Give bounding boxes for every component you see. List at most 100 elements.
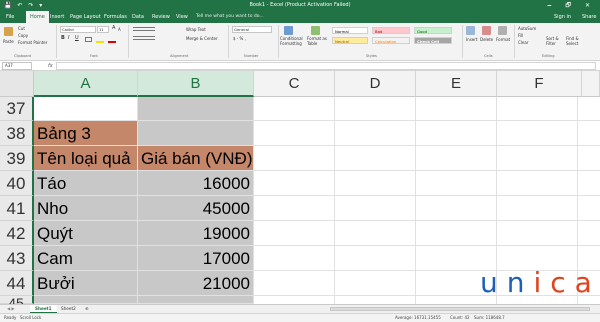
grow-font-button[interactable]: A (112, 26, 115, 31)
cut-button[interactable]: Cut (18, 26, 25, 31)
column-header-e[interactable]: E (416, 71, 497, 97)
conditional-formatting-icon[interactable] (284, 26, 293, 35)
tab-insert[interactable]: Insert (50, 11, 64, 23)
merge-center-button[interactable]: Merge & Center (186, 36, 218, 41)
format-as-table-button[interactable]: Format as Table (307, 36, 329, 46)
cell-b45[interactable] (138, 296, 254, 304)
copy-button[interactable]: Copy (18, 33, 28, 38)
sheet-tab-2[interactable]: Sheet2 (56, 305, 81, 313)
format-as-table-icon[interactable] (311, 26, 320, 35)
conditional-formatting-button[interactable]: Conditional Formatting (280, 36, 306, 46)
style-calculation[interactable]: Calculation (372, 37, 410, 44)
row-header[interactable]: 43 (0, 246, 34, 271)
row-header[interactable]: 44 (0, 271, 34, 296)
font-size-select[interactable]: 11 (97, 26, 109, 33)
style-good[interactable]: Good (414, 27, 452, 34)
column-header-d[interactable]: D (335, 71, 416, 97)
cell-b39[interactable]: Giá bán (VNĐ) (138, 146, 254, 171)
column-header-b[interactable]: B (138, 71, 254, 97)
number-format-select[interactable]: General (232, 26, 272, 33)
font-color-icon[interactable] (108, 41, 116, 43)
cell-a42[interactable]: Quýt (34, 221, 138, 246)
cell-a40[interactable]: Táo (34, 171, 138, 196)
row-header[interactable]: 41 (0, 196, 34, 221)
cell-a37[interactable] (34, 97, 138, 121)
clear-button[interactable]: Clear (518, 40, 528, 45)
cell-b40[interactable]: 16000 (138, 171, 254, 196)
cell-b41[interactable]: 45000 (138, 196, 254, 221)
tab-review[interactable]: Review (152, 11, 170, 23)
fill-button[interactable]: Fill (518, 33, 523, 38)
editing-group-label: Editing (542, 54, 555, 58)
delete-cells-icon[interactable] (482, 26, 491, 35)
row-header[interactable]: 45 (0, 296, 34, 310)
paste-button[interactable]: Paste (3, 39, 14, 44)
format-painter-button[interactable]: Format Painter (18, 40, 47, 45)
style-normal[interactable]: Normal (332, 27, 368, 34)
cell-b43[interactable]: 17000 (138, 246, 254, 271)
cell-b37[interactable] (138, 97, 254, 121)
delete-cells-button[interactable]: Delete (480, 37, 493, 42)
borders-icon[interactable] (85, 37, 92, 42)
sort-filter-button[interactable]: Sort & Filter (546, 36, 564, 46)
cell-a41[interactable]: Nho (34, 196, 138, 221)
add-sheet-icon[interactable]: ⊕ (80, 305, 94, 313)
tab-home[interactable]: Home (26, 11, 49, 23)
bold-button[interactable]: B (61, 36, 65, 41)
tab-formulas[interactable]: Formulas (104, 11, 127, 23)
share-button[interactable]: Share (582, 11, 596, 23)
style-check-cell[interactable]: Check Cell (414, 37, 452, 44)
italic-button[interactable]: I (68, 36, 69, 41)
tab-file[interactable]: File (6, 11, 14, 23)
tab-data[interactable]: Data (132, 11, 144, 23)
name-box[interactable]: A37 (2, 62, 32, 70)
paste-icon[interactable] (4, 27, 13, 36)
format-cells-icon[interactable] (498, 26, 507, 35)
cell-b42[interactable]: 19000 (138, 221, 254, 246)
row-header[interactable]: 39 (0, 146, 34, 171)
font-name-select[interactable]: Calibri (60, 26, 96, 33)
select-all-corner[interactable] (0, 71, 34, 97)
wrap-text-button[interactable]: Wrap Text (186, 27, 206, 32)
column-header-c[interactable]: C (254, 71, 335, 97)
sheet-nav-arrows[interactable]: ◀ ▶ (2, 305, 20, 313)
currency-percent-comma-buttons[interactable]: $ - % , (233, 36, 246, 41)
cell-b38[interactable] (138, 121, 254, 146)
column-header-g[interactable] (582, 71, 600, 97)
cell-a44[interactable]: Bưởi (34, 271, 138, 296)
style-neutral[interactable]: Neutral (332, 37, 368, 44)
shrink-font-button[interactable]: A (118, 27, 121, 32)
tab-view[interactable]: View (176, 11, 188, 23)
insert-cells-button[interactable]: Insert (466, 37, 477, 42)
find-select-button[interactable]: Find & Select (566, 36, 586, 46)
fx-icon[interactable]: fx (48, 61, 53, 71)
autosum-button[interactable]: AutoSum (518, 26, 536, 31)
horizontal-scrollbar[interactable] (330, 307, 590, 311)
sheet-tab-1[interactable]: Sheet1 (30, 305, 57, 313)
column-header-a[interactable]: A (34, 71, 138, 97)
cell-a38[interactable]: Bảng 3 (34, 121, 138, 146)
fill-color-icon[interactable] (96, 41, 104, 43)
cell-a39[interactable]: Tên loại quả (34, 146, 138, 171)
top-align-icon[interactable] (133, 27, 155, 31)
align-left-icon[interactable] (133, 36, 155, 40)
underline-button[interactable]: U (75, 36, 79, 41)
row-header[interactable]: 40 (0, 171, 34, 196)
format-cells-button[interactable]: Format (496, 37, 510, 42)
cell-b44[interactable]: 21000 (138, 271, 254, 296)
tell-me-search[interactable]: Tell me what you want to do... (196, 11, 264, 23)
row-header[interactable]: 38 (0, 121, 34, 146)
cell-a45[interactable] (34, 296, 138, 304)
row-header[interactable]: 42 (0, 221, 34, 246)
formula-input[interactable] (56, 62, 596, 70)
sign-in-link[interactable]: Sign in (554, 11, 571, 23)
row-header[interactable]: 37 (0, 97, 34, 121)
status-bar: Ready Scroll Lock Average: 16731.15455 C… (0, 313, 600, 322)
window-controls[interactable]: 🗕 🗗 ✕ (547, 0, 596, 11)
tab-page-layout[interactable]: Page Layout (70, 11, 101, 23)
column-header-f[interactable]: F (497, 71, 582, 97)
style-bad[interactable]: Bad (372, 27, 410, 34)
insert-cells-icon[interactable] (466, 26, 475, 35)
cell-a43[interactable]: Cam (34, 246, 138, 271)
ribbon-separator (514, 25, 515, 58)
